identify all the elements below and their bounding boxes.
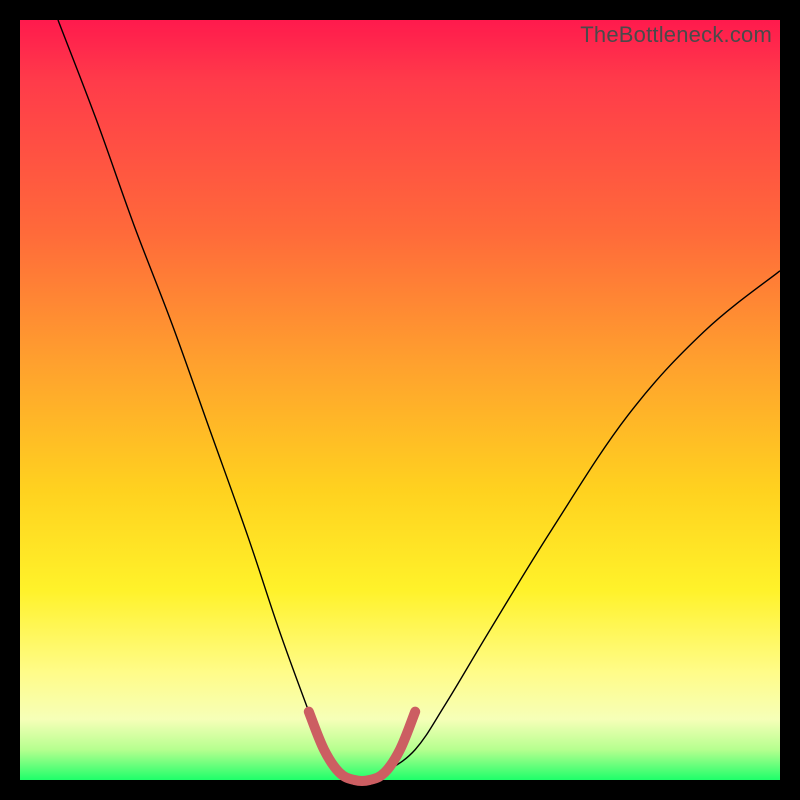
bottleneck-curve-path bbox=[58, 20, 780, 781]
optimal-zone-path bbox=[309, 712, 415, 781]
chart-svg bbox=[20, 20, 780, 780]
chart-plot-area: TheBottleneck.com bbox=[20, 20, 780, 780]
chart-frame: TheBottleneck.com bbox=[0, 0, 800, 800]
